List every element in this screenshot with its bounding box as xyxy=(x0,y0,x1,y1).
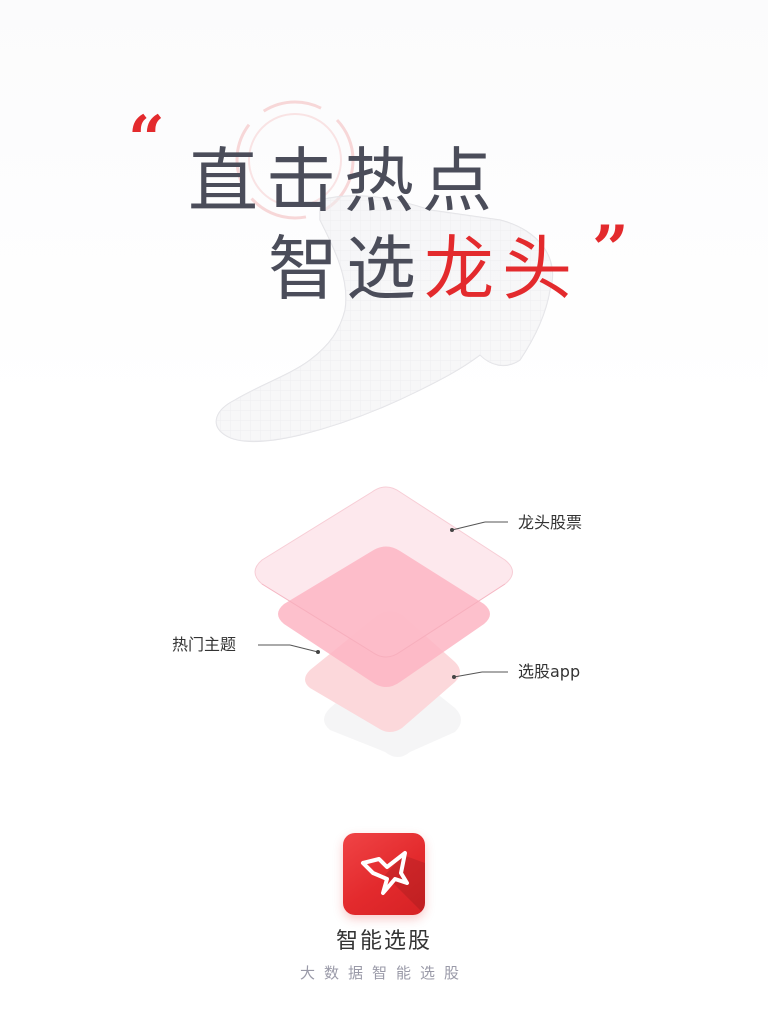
callout-label-right: 选股app xyxy=(518,662,581,681)
arrow-logo-icon xyxy=(361,851,425,915)
app-name: 智能选股 xyxy=(335,929,432,954)
callout-label-top: 龙头股票 xyxy=(518,513,583,532)
app-logo[interactable] xyxy=(343,833,425,915)
callout-line-left xyxy=(258,644,319,653)
poster-page: “ 直击热点 智选龙头 ” 龙头股票 热门主题 选股app 智能选股 大数据智能… xyxy=(0,0,768,1024)
app-slogan: 大数据智能选股 xyxy=(299,964,468,982)
callout-line-top xyxy=(451,521,508,531)
callout-line-right xyxy=(453,671,508,678)
callout-label-left: 热门主题 xyxy=(172,635,237,654)
